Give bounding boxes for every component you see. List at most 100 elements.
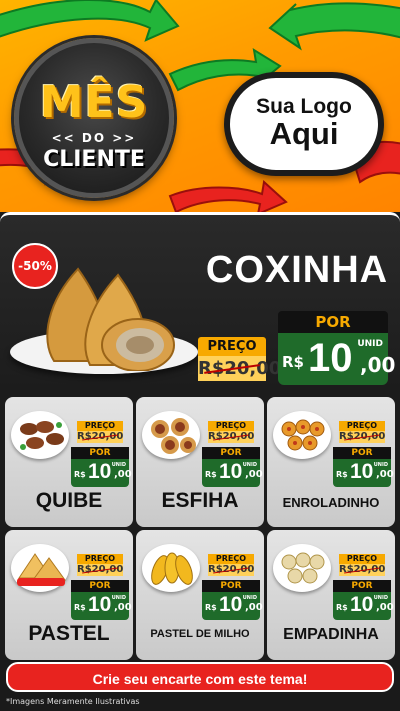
pastel-icon xyxy=(17,553,66,586)
product-name: ESFIHA xyxy=(161,489,239,512)
product-name: EMPADINHA xyxy=(283,626,379,643)
product-name: ENROLADINHO xyxy=(282,495,380,510)
preco-label: PREÇO xyxy=(198,337,266,356)
old-price: R$20,00 xyxy=(208,431,255,443)
old-price-tag: PREÇO R$20,00 xyxy=(339,421,385,443)
new-price: R$ 10 ,00 UNID xyxy=(202,459,263,487)
new-price: R$ 10 ,00 UNID xyxy=(333,459,394,487)
old-price: R$20,00 xyxy=(339,431,386,443)
logo-placeholder[interactable]: Sua Logo Aqui xyxy=(224,72,384,176)
new-price-tag: POR R$ 10 ,00 UNID xyxy=(333,580,394,620)
por-label: POR xyxy=(71,580,129,592)
old-price: R$20,00 xyxy=(77,431,124,443)
product-grid: PREÇO R$20,00 POR R$ 10 ,00 UNID QUIBE P… xyxy=(0,392,400,660)
hero-new-price-tag: POR R$ 10 ,00 UNID xyxy=(278,311,395,385)
coxinha-icon xyxy=(46,267,175,371)
old-price-tag: PREÇO R$20,00 xyxy=(208,421,254,443)
badge-title: MÊS xyxy=(39,77,149,128)
por-label: POR xyxy=(202,447,260,459)
logo-line-2: Aqui xyxy=(269,116,339,152)
new-price: R$ 10 ,00 UNID xyxy=(333,592,394,620)
new-price-tag: POR R$ 10 ,00 UNID xyxy=(71,447,132,487)
preco-label: PREÇO xyxy=(339,421,385,431)
price-decimal: ,00 xyxy=(376,602,394,613)
por-label: POR xyxy=(278,311,388,333)
price-currency: R$ xyxy=(205,603,217,612)
old-price-tag: PREÇO R$20,00 xyxy=(208,554,254,576)
enroladinho-icon xyxy=(281,419,325,451)
badge-cliente: CLIENTE xyxy=(43,147,145,172)
product-card-pastel-de-milho[interactable]: PREÇO R$20,00 POR R$ 10 ,00 UNID PASTEL … xyxy=(136,530,264,660)
price-currency: R$ xyxy=(205,470,217,479)
mes-do-cliente-badge: MÊS << DO >> CLIENTE xyxy=(14,38,174,198)
price-unit: UNID xyxy=(373,595,388,601)
old-price: R$20,00 xyxy=(198,356,282,381)
pastel-de-milho-icon xyxy=(151,552,193,585)
new-price: R$ 10 ,00 UNID xyxy=(71,459,132,487)
old-price-tag: PREÇO R$20,00 xyxy=(77,421,123,443)
hero-old-price-tag: PREÇO R$20,00 xyxy=(198,337,282,381)
price-currency: R$ xyxy=(282,353,304,371)
product-card-pastel[interactable]: PREÇO R$20,00 POR R$ 10 ,00 UNID PASTEL xyxy=(5,530,133,660)
price-currency: R$ xyxy=(336,470,348,479)
new-price-tag: POR R$ 10 ,00 UNID xyxy=(202,447,263,487)
price-integer: 10 xyxy=(308,336,353,380)
por-label: POR xyxy=(333,447,391,459)
price-decimal: ,00 xyxy=(245,602,263,613)
por-label: POR xyxy=(333,580,391,592)
price-currency: R$ xyxy=(74,470,86,479)
price-decimal: ,00 xyxy=(376,469,394,480)
product-name: PASTEL DE MILHO xyxy=(150,628,250,640)
hero-product[interactable]: -50% COXINHA PREÇO R$20,00 POR R$ 10 ,00… xyxy=(0,212,400,392)
header-banner: MÊS << DO >> CLIENTE Sua Logo Aqui xyxy=(0,0,400,212)
create-flyer-button[interactable]: Crie seu encarte com este tema! xyxy=(6,662,394,692)
badge-subtitle: << DO >> xyxy=(51,131,137,145)
price-integer: 10 xyxy=(219,460,243,483)
quibe-icon xyxy=(20,421,64,450)
preco-label: PREÇO xyxy=(208,421,254,431)
price-unit: UNID xyxy=(111,595,126,601)
price-integer: 10 xyxy=(219,593,243,616)
product-name: PASTEL xyxy=(28,622,110,645)
price-currency: R$ xyxy=(336,603,348,612)
por-label: POR xyxy=(202,580,260,592)
old-price: R$20,00 xyxy=(77,564,124,576)
price-unit: UNID xyxy=(357,339,383,349)
disclaimer-text: *Imagens Meramente Ilustrativas xyxy=(6,697,140,706)
logo-line-1: Sua Logo xyxy=(256,95,352,119)
preco-label: PREÇO xyxy=(339,554,385,564)
price-integer: 10 xyxy=(350,593,374,616)
product-card-empadinha[interactable]: PREÇO R$20,00 POR R$ 10 ,00 UNID EMPADIN… xyxy=(267,530,395,660)
price-decimal: ,00 xyxy=(360,353,396,377)
price-decimal: ,00 xyxy=(114,602,132,613)
new-price: R$ 10 ,00 UNID xyxy=(71,592,132,620)
product-card-enroladinho[interactable]: PREÇO R$20,00 POR R$ 10 ,00 UNID ENROLAD… xyxy=(267,397,395,527)
price-unit: UNID xyxy=(242,462,257,468)
old-price: R$20,00 xyxy=(208,564,255,576)
old-price-tag: PREÇO R$20,00 xyxy=(339,554,385,576)
price-decimal: ,00 xyxy=(114,469,132,480)
preco-label: PREÇO xyxy=(77,554,123,564)
preco-label: PREÇO xyxy=(77,421,123,431)
new-price-tag: POR R$ 10 ,00 UNID xyxy=(333,447,394,487)
empadinha-icon xyxy=(281,552,325,584)
new-price: R$ 10 ,00 UNID xyxy=(278,333,395,385)
new-price-tag: POR R$ 10 ,00 UNID xyxy=(202,580,263,620)
price-integer: 10 xyxy=(88,460,112,483)
price-integer: 10 xyxy=(350,460,374,483)
hero-title: COXINHA xyxy=(205,249,389,291)
new-price-tag: POR R$ 10 ,00 UNID xyxy=(71,580,132,620)
product-card-quibe[interactable]: PREÇO R$20,00 POR R$ 10 ,00 UNID QUIBE xyxy=(5,397,133,527)
price-unit: UNID xyxy=(373,462,388,468)
old-price: R$20,00 xyxy=(339,564,386,576)
por-label: POR xyxy=(71,447,129,459)
new-price: R$ 10 ,00 UNID xyxy=(202,592,263,620)
preco-label: PREÇO xyxy=(208,554,254,564)
price-currency: R$ xyxy=(74,603,86,612)
price-decimal: ,00 xyxy=(245,469,263,480)
product-name: QUIBE xyxy=(35,489,103,512)
product-card-esfiha[interactable]: PREÇO R$20,00 POR R$ 10 ,00 UNID ESFIHA xyxy=(136,397,264,527)
esfiha-icon xyxy=(151,418,196,454)
price-unit: UNID xyxy=(111,462,126,468)
old-price-tag: PREÇO R$20,00 xyxy=(77,554,123,576)
